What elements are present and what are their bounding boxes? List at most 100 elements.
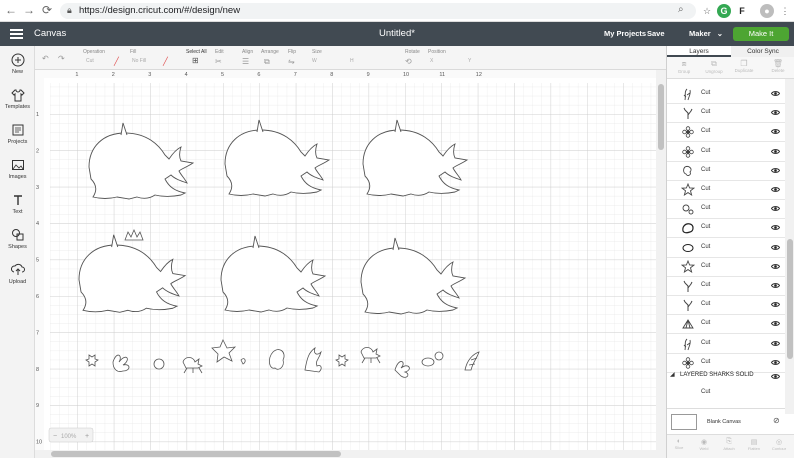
eye-icon[interactable] <box>771 359 780 366</box>
eye-icon[interactable] <box>771 148 780 155</box>
sidebar-item-projects[interactable]: Projects <box>0 123 35 145</box>
eye-icon[interactable] <box>771 282 780 289</box>
visibility-off-icon[interactable]: ⊘ <box>773 416 780 425</box>
panel-scrollbar[interactable] <box>785 79 794 414</box>
ruler-tick-label: 9 <box>36 403 39 409</box>
bubble-shape[interactable] <box>153 358 165 370</box>
shell-shape[interactable] <box>421 357 435 367</box>
eye-icon[interactable] <box>771 224 780 231</box>
eye-icon[interactable] <box>771 186 780 193</box>
layer-row[interactable]: Cut <box>667 161 785 181</box>
position-x-field[interactable]: X <box>430 58 433 64</box>
rotate-label: Rotate <box>405 49 420 55</box>
grammarly-extension-icon[interactable]: G <box>717 4 731 18</box>
arrange-icon[interactable]: ⧉ <box>264 57 270 67</box>
forward-icon[interactable]: → <box>22 3 36 17</box>
layer-group-row[interactable]: ◢ LAYERED SHARKS SOLID <box>667 368 785 384</box>
layer-row[interactable]: Cut <box>667 122 785 143</box>
eye-icon[interactable] <box>771 373 780 380</box>
tab-layers[interactable]: Layers <box>667 46 731 57</box>
align-icon[interactable]: ☰ <box>242 57 249 66</box>
weld-button[interactable]: ◉ Weld <box>694 438 714 451</box>
machine-select[interactable]: Maker ⌄ <box>689 29 723 38</box>
operation-select[interactable]: Cut <box>86 58 94 64</box>
layer-row[interactable]: Cut <box>667 84 785 104</box>
browser-menu-icon[interactable]: ⋮ <box>778 4 792 18</box>
eye-icon[interactable] <box>771 263 780 270</box>
bubble-shape[interactable] <box>434 351 444 361</box>
layer-row[interactable]: Cut <box>667 199 785 220</box>
delete-button[interactable]: 🗑︎ Delete <box>763 59 793 73</box>
flatten-button[interactable]: ▤ Flatten <box>744 438 764 451</box>
size-height-field[interactable]: H <box>350 58 354 64</box>
sidebar-item-templates[interactable]: Templates <box>0 88 35 110</box>
eye-icon[interactable] <box>771 205 780 212</box>
edit-icon[interactable]: ✂ <box>215 57 222 66</box>
eye-icon[interactable] <box>771 301 780 308</box>
sidebar-item-images[interactable]: Images <box>0 158 35 180</box>
layer-row[interactable]: Cut <box>667 314 785 335</box>
zoom-icon[interactable]: ⌕ <box>678 4 684 15</box>
reload-icon[interactable]: ⟳ <box>40 3 54 17</box>
layer-operation-label: Cut <box>701 224 711 231</box>
coral-icon <box>683 107 693 120</box>
slice-button[interactable]: ◐ Slice <box>669 438 689 450</box>
layer-row[interactable]: Cut <box>667 218 785 239</box>
eye-icon[interactable] <box>771 167 780 174</box>
design-canvas[interactable]: 1 2 3 4 5 6 7 8 9 10 11 12 1 2 3 4 5 6 7 8 9 10 <box>35 70 656 450</box>
collapse-arrow-icon[interactable]: ◢ <box>670 371 675 378</box>
layer-row[interactable]: Cut <box>667 295 785 316</box>
save-link[interactable]: Save <box>647 29 665 38</box>
blank-canvas-swatch[interactable] <box>671 414 697 430</box>
undo-icon[interactable]: ↶ <box>42 54 49 63</box>
make-it-button[interactable]: Make It <box>733 27 789 41</box>
plus-circle-icon <box>11 53 24 67</box>
select-all-icon[interactable]: ⊞ <box>192 56 199 65</box>
group-button[interactable]: ⧈ Group <box>669 59 699 74</box>
tab-color-sync[interactable]: Color Sync <box>731 46 794 57</box>
my-projects-link[interactable]: My Projects <box>604 29 646 38</box>
layer-row[interactable]: Cut <box>667 142 785 162</box>
eye-icon[interactable] <box>771 340 780 347</box>
zoom-minus-icon[interactable]: − <box>53 433 57 440</box>
address-bar[interactable]: 🔒︎ https://design.cricut.com/#/design/ne… <box>60 3 696 19</box>
scroll-thumb[interactable] <box>658 84 664 150</box>
eye-icon[interactable] <box>771 320 780 327</box>
eye-icon[interactable] <box>771 244 780 251</box>
sidebar-item-shapes[interactable]: Shapes <box>0 228 35 250</box>
zoom-plus-icon[interactable]: + <box>85 433 89 440</box>
canvas-vertical-scrollbar[interactable] <box>656 70 666 450</box>
contour-button[interactable]: ◎ Contour <box>769 438 789 451</box>
scroll-thumb[interactable] <box>51 451 341 457</box>
bookmark-star-icon[interactable]: ☆ <box>700 4 714 18</box>
sidebar-item-text[interactable]: Text <box>0 193 35 215</box>
eye-icon[interactable] <box>771 128 780 135</box>
scroll-thumb[interactable] <box>787 239 793 359</box>
layer-row[interactable]: Cut <box>667 180 785 200</box>
eye-icon[interactable] <box>771 90 780 97</box>
fill-select[interactable]: No Fill <box>132 58 146 64</box>
extension-icon[interactable]: F <box>735 4 749 18</box>
canvas-horizontal-scrollbar[interactable] <box>35 450 666 458</box>
back-icon[interactable]: ← <box>4 3 18 17</box>
ungroup-button[interactable]: ⧉ Ungroup <box>699 59 729 74</box>
eye-icon[interactable] <box>771 109 780 116</box>
tool-label: Ungroup <box>705 69 723 74</box>
flip-icon[interactable]: ⇋ <box>288 57 295 66</box>
layer-row[interactable]: Cut <box>667 238 785 258</box>
layer-row[interactable]: Cut <box>667 103 785 124</box>
size-width-field[interactable]: W <box>312 58 317 64</box>
layer-row[interactable]: Cut <box>667 257 785 277</box>
rotate-icon[interactable]: ⟲ <box>405 57 412 66</box>
sidebar-item-new[interactable]: New <box>0 53 35 75</box>
layer-row[interactable]: Cut <box>667 334 785 354</box>
position-y-field[interactable]: Y <box>468 58 471 64</box>
duplicate-button[interactable]: ❐ Duplicate <box>729 59 759 73</box>
attach-button[interactable]: ⎘ Attach <box>719 438 739 451</box>
layer-row[interactable]: Cut <box>667 276 785 296</box>
blank-canvas-row[interactable]: Blank Canvas ⊘ <box>667 408 794 434</box>
redo-icon[interactable]: ↷ <box>58 54 65 63</box>
hamburger-menu-icon[interactable] <box>10 29 23 39</box>
profile-avatar-icon[interactable]: ● <box>760 4 774 18</box>
sidebar-item-upload[interactable]: Upload <box>0 263 35 285</box>
